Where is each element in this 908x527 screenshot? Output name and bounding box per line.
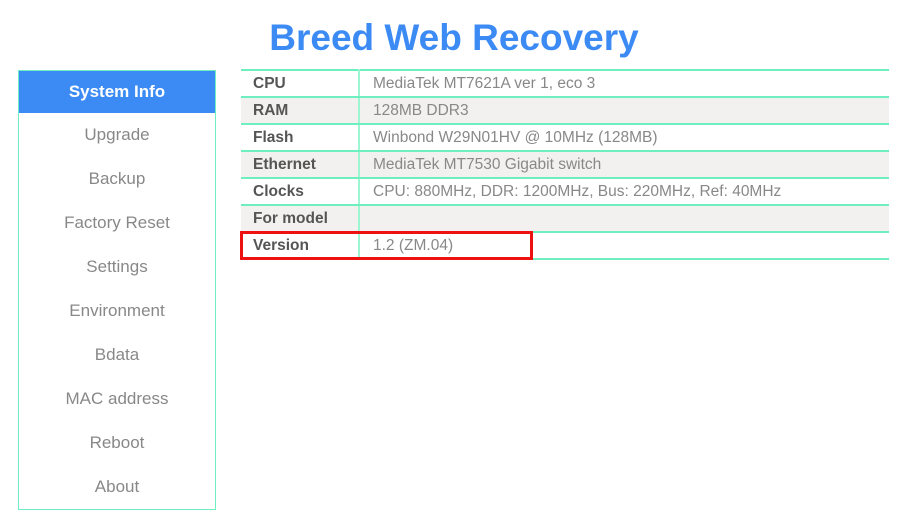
sidebar-item-backup[interactable]: Backup [19,157,215,201]
info-value: Winbond W29N01HV @ 10MHz (128MB) [359,123,889,152]
info-value: MediaTek MT7530 Gigabit switch [359,150,889,179]
table-row: For model [241,204,889,233]
sidebar-item-label: MAC address [65,389,169,408]
info-key: Version [241,231,360,260]
table-row: RAM 128MB DDR3 [241,96,889,125]
info-key: Flash [241,123,360,152]
content-area: CPU MediaTek MT7621A ver 1, eco 3 RAM 128MB… [216,69,908,260]
table-row: CPU MediaTek MT7621A ver 1, eco 3 [241,69,889,98]
info-value: MediaTek MT7621A ver 1, eco 3 [359,69,889,98]
sidebar-item-label: Bdata [94,345,140,364]
sidebar-item-label: Factory Reset [64,213,170,232]
sidebar-item-upgrade[interactable]: Upgrade [19,113,215,157]
sidebar-item-label: About [94,477,140,496]
info-key: RAM [241,96,360,125]
sidebar-item-environment[interactable]: Environment [19,289,215,333]
sidebar-item-label: Upgrade [84,125,150,144]
info-key: Clocks [241,177,360,206]
sidebar-item-label: Settings [86,257,148,276]
info-key: For model [241,204,360,233]
system-info-table: CPU MediaTek MT7621A ver 1, eco 3 RAM 128MB… [241,69,889,260]
info-value: 128MB DDR3 [359,96,889,125]
sidebar-item-label: Backup [88,169,146,188]
sidebar-item-about[interactable]: About [19,465,215,509]
main-layout: System Info Upgrade Backup Factory Reset Set… [0,62,908,510]
sidebar-item-mac-address[interactable]: MAC address [19,377,215,421]
sidebar-item-system-info[interactable]: System Info [19,71,215,113]
sidebar-item-label: Environment [69,301,165,320]
table-row: Ethernet MediaTek MT7530 Gigabit switch [241,150,889,179]
page-title: Breed Web Recovery [269,17,639,58]
table-row: Clocks CPU: 880MHz, DDR: 1200MHz, Bus: 22… [241,177,889,206]
info-key: CPU [241,69,360,98]
sidebar-item-label: System Info [68,82,166,101]
sidebar-item-factory-reset[interactable]: Factory Reset [19,201,215,245]
sidebar-item-bdata[interactable]: Bdata [19,333,215,377]
sidebar-item-label: Reboot [89,433,145,452]
table-row: Flash Winbond W29N01HV @ 10MHz (128MB) [241,123,889,152]
sidebar-item-settings[interactable]: Settings [19,245,215,289]
table-row: Version 1.2 (ZM.04) [241,231,889,260]
sidebar-item-reboot[interactable]: Reboot [19,421,215,465]
info-value: 1.2 (ZM.04) [359,231,889,260]
info-value [359,204,889,233]
sidebar-nav: System Info Upgrade Backup Factory Reset Set… [18,70,216,510]
info-key: Ethernet [241,150,360,179]
info-value: CPU: 880MHz, DDR: 1200MHz, Bus: 220MHz, … [359,177,889,206]
